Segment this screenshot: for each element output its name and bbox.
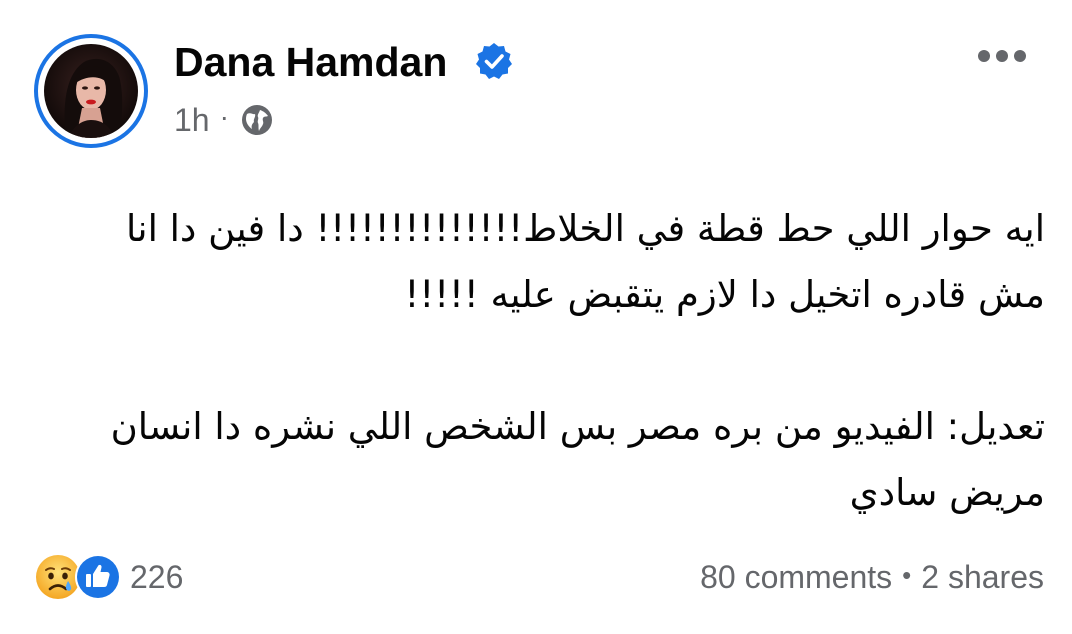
author-name[interactable]: Dana Hamdan <box>174 38 447 86</box>
post-text-paragraph-1: ايه حوار اللي حط قطة في الخلاط!!!!!!!!!!… <box>126 207 1045 316</box>
post-body: ايه حوار اللي حط قطة في الخلاط!!!!!!!!!!… <box>70 196 1045 526</box>
reactions-summary[interactable]: 226 <box>34 552 183 602</box>
reaction-count: 226 <box>130 558 184 595</box>
globe-icon[interactable] <box>239 102 275 138</box>
comments-count-link[interactable]: 80 comments <box>700 559 892 596</box>
post-text-paragraph-2: تعديل: الفيديو من بره مصر بس الشخص اللي … <box>110 405 1045 514</box>
engagement-separator: • <box>902 559 912 590</box>
meta-separator: · <box>219 101 229 132</box>
verified-badge-icon <box>476 43 512 79</box>
post-time[interactable]: 1h <box>174 102 210 139</box>
more-options-icon[interactable] <box>974 44 1030 68</box>
shares-count-link[interactable]: 2 shares <box>921 559 1044 596</box>
engagement-summary: 80 comments • 2 shares <box>700 556 1044 598</box>
like-reaction-icon <box>75 554 121 600</box>
avatar-photo <box>44 44 138 138</box>
facebook-post: Dana Hamdan 1h · ايه حوار اللي حط قطة في… <box>0 0 1072 634</box>
post-meta: 1h · <box>174 100 275 140</box>
author-avatar[interactable] <box>34 34 148 148</box>
